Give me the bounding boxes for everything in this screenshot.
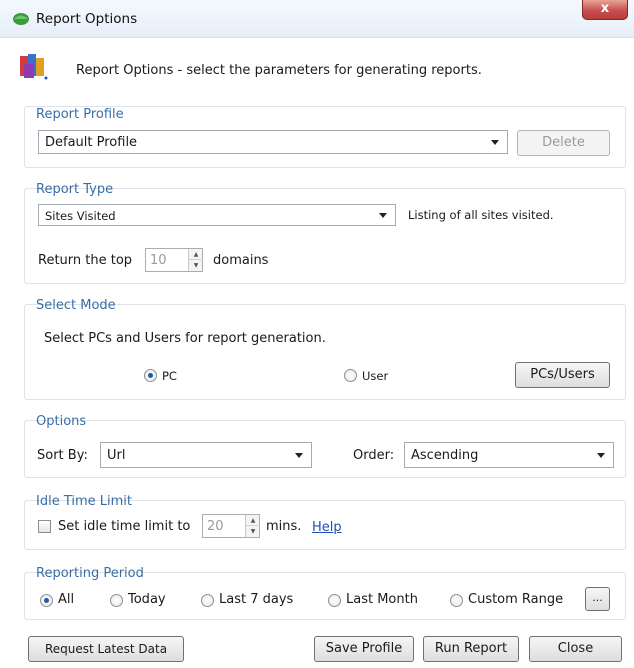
custom-range-browse-button[interactable]: ... — [585, 587, 610, 611]
report-type-value: Sites Visited — [45, 209, 116, 223]
select-mode-instruction: Select PCs and Users for report generati… — [44, 331, 326, 346]
delete-profile-button[interactable]: Delete — [517, 130, 610, 156]
report-profile-dropdown[interactable]: Default Profile — [38, 130, 508, 154]
request-latest-data-button[interactable]: Request Latest Data — [28, 636, 184, 662]
spinner-controls[interactable]: ▲ ▼ — [245, 515, 260, 537]
title-bar: Report Options x — [0, 0, 634, 38]
user-radio[interactable] — [344, 369, 357, 382]
spin-up-icon[interactable]: ▲ — [246, 515, 260, 526]
help-link[interactable]: Help — [312, 520, 342, 535]
order-dropdown[interactable]: Ascending — [404, 442, 614, 468]
return-top-label: Return the top — [38, 253, 133, 268]
options-title: Options — [36, 414, 87, 429]
user-radio-label[interactable]: User — [362, 369, 388, 383]
close-button[interactable]: Close — [529, 636, 622, 662]
order-label: Order: — [353, 448, 395, 463]
report-profile-value: Default Profile — [45, 135, 138, 150]
chevron-down-icon — [491, 140, 499, 145]
report-icon — [20, 54, 48, 80]
pc-radio-label[interactable]: PC — [162, 369, 177, 383]
spin-down-icon[interactable]: ▼ — [246, 526, 260, 537]
domains-label: domains — [213, 253, 269, 268]
period-custom-radio[interactable] — [450, 594, 463, 607]
report-type-description: Listing of all sites visited. — [408, 208, 554, 222]
period-custom-label[interactable]: Custom Range — [468, 592, 563, 607]
chevron-down-icon — [597, 453, 605, 458]
top-count-spinner[interactable]: 10 ▲ ▼ — [145, 248, 203, 272]
mins-label: mins. — [266, 519, 302, 534]
idle-time-spinner[interactable]: 20 ▲ ▼ — [202, 514, 260, 538]
report-profile-title: Report Profile — [36, 107, 124, 122]
spin-down-icon[interactable]: ▼ — [189, 260, 203, 271]
idle-time-value: 20 — [207, 519, 224, 534]
idle-time-checkbox[interactable] — [38, 520, 51, 533]
period-all-radio[interactable] — [40, 594, 53, 607]
header-description: Report Options - select the parameters f… — [76, 63, 482, 78]
period-last7-label[interactable]: Last 7 days — [219, 592, 293, 607]
idle-time-title: Idle Time Limit — [36, 494, 133, 509]
spin-up-icon[interactable]: ▲ — [189, 249, 203, 260]
window-title: Report Options — [36, 11, 138, 27]
report-type-group — [24, 188, 626, 284]
report-type-title: Report Type — [36, 182, 114, 197]
app-leaf-icon — [13, 13, 29, 25]
period-last7-radio[interactable] — [201, 594, 214, 607]
save-profile-button[interactable]: Save Profile — [314, 636, 414, 662]
top-count-value: 10 — [150, 253, 167, 268]
period-lastmonth-radio[interactable] — [328, 594, 341, 607]
chevron-down-icon — [295, 453, 303, 458]
period-today-radio[interactable] — [110, 594, 123, 607]
period-today-label[interactable]: Today — [128, 592, 166, 607]
period-all-label[interactable]: All — [58, 592, 74, 607]
period-lastmonth-label[interactable]: Last Month — [346, 592, 418, 607]
pcs-users-button[interactable]: PCs/Users — [515, 362, 610, 388]
spinner-controls[interactable]: ▲ ▼ — [188, 249, 203, 271]
window-close-button[interactable]: x — [582, 0, 628, 20]
pc-radio[interactable] — [144, 369, 157, 382]
select-mode-title: Select Mode — [36, 298, 116, 313]
sort-by-dropdown[interactable]: Url — [100, 442, 312, 468]
report-type-dropdown[interactable]: Sites Visited — [38, 204, 396, 226]
reporting-period-title: Reporting Period — [36, 566, 144, 581]
chevron-down-icon — [379, 213, 387, 218]
sort-by-label: Sort By: — [37, 448, 88, 463]
order-value: Ascending — [411, 448, 479, 463]
run-report-button[interactable]: Run Report — [423, 636, 519, 662]
idle-time-checkbox-label[interactable]: Set idle time limit to — [58, 519, 190, 534]
sort-by-value: Url — [107, 448, 126, 463]
